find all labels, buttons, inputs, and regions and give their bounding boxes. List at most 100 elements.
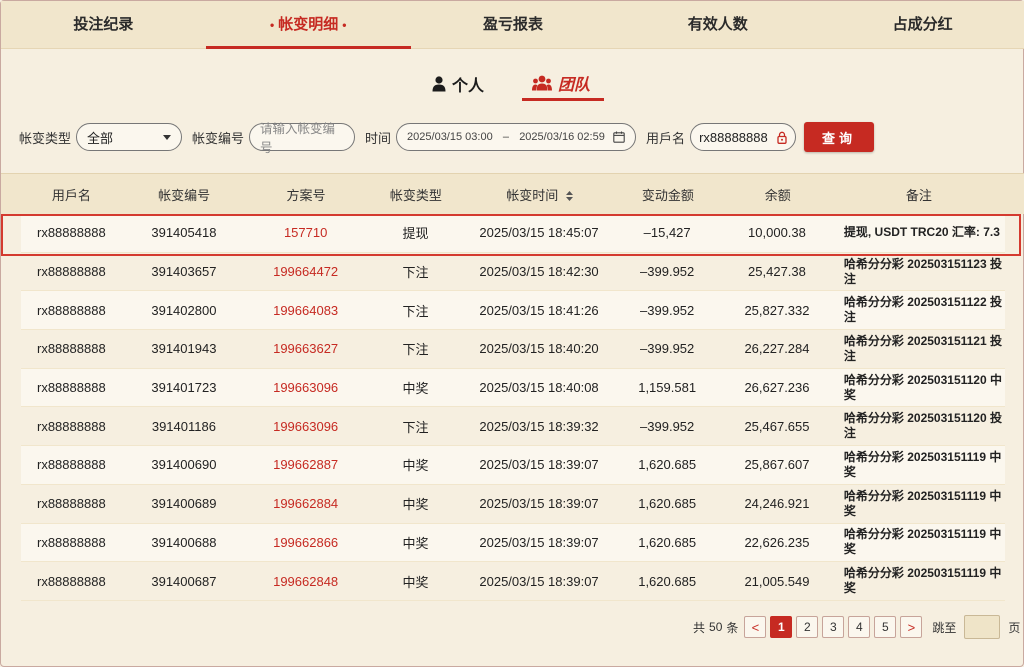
prev-page-button[interactable]: <: [744, 616, 767, 638]
personal-label: 个人: [451, 78, 484, 95]
plan-number-link[interactable]: 157710: [284, 225, 327, 240]
col-amount: 变动金额: [641, 187, 694, 203]
plan-number-link[interactable]: 199662887: [273, 457, 338, 472]
cell-amount: 1,620.685: [638, 457, 697, 473]
col-change-time[interactable]: 帐变时间: [466, 185, 613, 204]
page-button[interactable]: 2: [796, 616, 819, 638]
cell-plan-number[interactable]: 199663096: [246, 419, 365, 434]
jump-page-input[interactable]: [964, 615, 1001, 639]
jump-suffix: 页: [1008, 620, 1021, 635]
plan-number-link[interactable]: 199662848: [273, 574, 338, 589]
cell-change-type: 中奖: [402, 535, 429, 551]
username-value: rx88888888: [699, 129, 768, 145]
cell-username: rx88888888: [37, 496, 106, 512]
cell-plan-number[interactable]: 199664472: [246, 264, 365, 279]
page-button[interactable]: 1: [770, 616, 793, 638]
plan-number-link[interactable]: 199663096: [273, 380, 338, 395]
cell-note: 哈希分分彩 202503151121 投注: [843, 333, 1002, 363]
tab-bet-records[interactable]: 投注纪录: [1, 1, 206, 48]
table-row: rx88888888 391402800 199664083 下注 2025/03/15…: [21, 291, 1005, 331]
cell-plan-number[interactable]: 199663096: [246, 380, 365, 395]
cell-change-number: 391405418: [151, 225, 217, 241]
cell-amount: 1,159.581: [638, 380, 697, 396]
plan-number-link[interactable]: 199663627: [273, 341, 338, 356]
cell-plan-number[interactable]: 199662884: [246, 496, 365, 511]
account-change-table: 用戶名 帐变编号 方案号 帐变类型 帐变时间 变动金额 余额 备注 rx8888…: [1, 173, 1024, 601]
team-toggle[interactable]: 团队: [522, 71, 605, 101]
table-body: rx88888888 391405418 157710 提现 2025/03/15 18…: [1, 214, 1024, 601]
cell-balance: 25,427.38: [748, 264, 806, 280]
cell-plan-number[interactable]: 199662866: [246, 535, 365, 550]
page-button[interactable]: 3: [822, 616, 845, 638]
page-button[interactable]: 5: [874, 616, 897, 638]
cell-plan-number[interactable]: 157710: [246, 225, 365, 240]
col-change-number: 帐变编号: [158, 187, 211, 203]
tab-dividend[interactable]: 占成分红: [820, 1, 1024, 48]
plan-number-link[interactable]: 199664083: [273, 303, 338, 318]
date-range-picker[interactable]: 2025/03/15 03:00 – 2025/03/16 02:59: [396, 123, 637, 151]
plan-number-link[interactable]: 199662866: [273, 535, 338, 550]
cell-plan-number[interactable]: 199664083: [246, 303, 365, 318]
col-username: 用戶名: [51, 187, 91, 203]
cell-change-time: 2025/03/15 18:40:08: [479, 380, 599, 396]
query-button[interactable]: 查询: [804, 122, 875, 152]
cell-plan-number[interactable]: 199663627: [246, 341, 365, 356]
sort-icon: [565, 191, 573, 202]
scope-toggle: 个人 团队: [1, 71, 1024, 101]
page-frame: 投注纪录 • 帐变明细 • 盈亏报表 有效人数 占成分红 个人 团队 帐变类型 …: [0, 0, 1024, 667]
page-button[interactable]: 4: [848, 616, 871, 638]
cell-change-number: 391400687: [151, 573, 217, 589]
calendar-icon: [613, 131, 625, 143]
table-row: rx88888888 391405418 157710 提现 2025/03/15 18…: [21, 214, 1005, 253]
cell-username: rx88888888: [37, 264, 106, 280]
cell-change-number: 391402800: [151, 302, 217, 318]
change-number-placeholder: 请输入帐变编号: [260, 122, 336, 155]
cell-plan-number[interactable]: 199662887: [246, 457, 365, 472]
table-row: rx88888888 391400690 199662887 中奖 2025/03/15…: [21, 446, 1005, 485]
next-page-button[interactable]: >: [900, 616, 923, 638]
col-change-time-label: 帐变时间: [506, 187, 559, 203]
plan-number-link[interactable]: 199662884: [273, 496, 338, 511]
cell-note: 哈希分分彩 202503151119 中奖: [843, 566, 1002, 596]
tab-active-users[interactable]: 有效人数: [615, 1, 820, 48]
cell-balance: 22,626.235: [744, 534, 810, 550]
cell-change-time: 2025/03/15 18:45:07: [479, 225, 599, 241]
username-input[interactable]: rx88888888: [690, 123, 797, 151]
cell-amount: 1,620.685: [638, 573, 697, 589]
cell-username: rx88888888: [37, 573, 106, 589]
change-number-input[interactable]: 请输入帐变编号: [249, 122, 356, 155]
col-balance: 余额: [764, 187, 791, 203]
tab-label: 帐变明细: [278, 16, 339, 33]
tab-label: 有效人数: [687, 16, 748, 33]
col-note: 备注: [905, 187, 932, 203]
cell-amount: –399.952: [640, 341, 695, 357]
jump-label: 跳至: [932, 620, 957, 635]
cell-amount: –399.952: [640, 418, 695, 434]
type-select[interactable]: 全部: [76, 123, 183, 151]
tab-account-changes[interactable]: • 帐变明细 •: [205, 1, 411, 49]
cell-change-type: 下注: [402, 303, 429, 319]
cell-change-type: 提现: [402, 226, 429, 242]
total-count: 50: [709, 620, 723, 634]
cell-change-number: 391400688: [151, 534, 217, 550]
filter-bar: 帐变类型 全部 帐变编号 请输入帐变编号 时间 2025/03/15 03:00…: [19, 122, 1019, 155]
cell-note: 哈希分分彩 202503151122 投注: [843, 295, 1002, 325]
cell-change-number: 391401723: [151, 380, 217, 396]
cell-amount: –399.952: [640, 302, 695, 318]
tab-label: 盈亏报表: [482, 16, 543, 33]
cell-note: 哈希分分彩 202503151119 中奖: [843, 527, 1002, 557]
plan-number-link[interactable]: 199664472: [273, 264, 338, 279]
tab-profit-report[interactable]: 盈亏报表: [411, 1, 616, 48]
cell-change-time: 2025/03/15 18:41:26: [479, 302, 599, 318]
tab-label: 占成分红: [892, 16, 953, 33]
cell-balance: 10,000.38: [748, 225, 806, 241]
cell-note: 哈希分分彩 202503151119 中奖: [843, 449, 1002, 479]
cell-balance: 24,246.921: [744, 496, 810, 512]
cell-plan-number[interactable]: 199662848: [246, 574, 365, 589]
personal-toggle[interactable]: 个人: [422, 71, 498, 101]
cell-change-time: 2025/03/15 18:39:07: [479, 534, 599, 550]
username-filter-label: 用戶名: [646, 130, 686, 146]
cell-change-type: 中奖: [402, 458, 429, 474]
plan-number-link[interactable]: 199663096: [273, 419, 338, 434]
table-row: rx88888888 391400687 199662848 中奖 2025/03/15…: [21, 562, 1005, 601]
